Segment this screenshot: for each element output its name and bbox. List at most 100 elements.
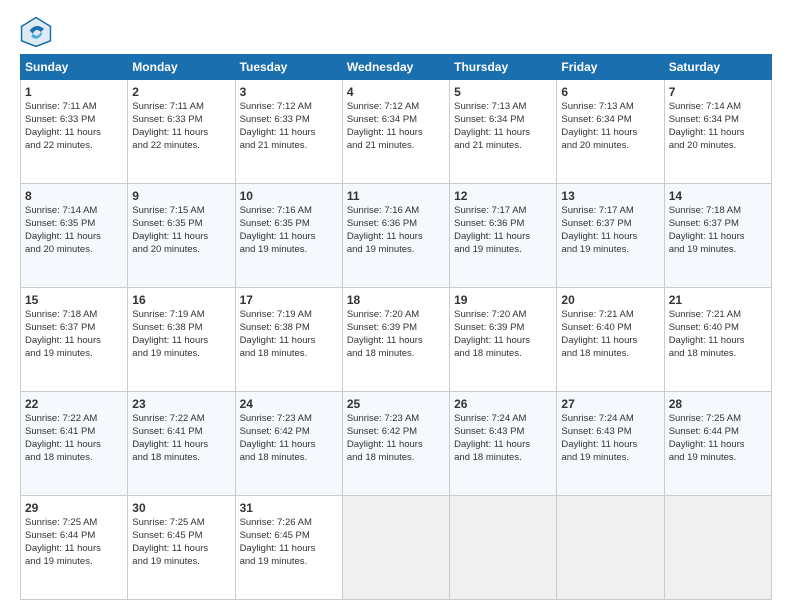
day-info-line: Sunset: 6:35 PM xyxy=(25,218,123,231)
header-cell-thursday: Thursday xyxy=(450,55,557,80)
day-info-line: Sunrise: 7:19 AM xyxy=(240,309,338,322)
day-info-line: Sunset: 6:44 PM xyxy=(669,426,767,439)
day-info-line: Daylight: 11 hours xyxy=(454,439,552,452)
day-info-line: Sunset: 6:40 PM xyxy=(561,322,659,335)
day-info-line: Sunset: 6:35 PM xyxy=(132,218,230,231)
day-info-line: Sunset: 6:41 PM xyxy=(132,426,230,439)
day-info-line: Daylight: 11 hours xyxy=(132,543,230,556)
day-cell: 27Sunrise: 7:24 AMSunset: 6:43 PMDayligh… xyxy=(557,392,664,496)
day-info-line: Sunset: 6:33 PM xyxy=(240,114,338,127)
day-info-line: Daylight: 11 hours xyxy=(240,231,338,244)
day-info-line: Sunrise: 7:21 AM xyxy=(561,309,659,322)
day-cell xyxy=(664,496,771,600)
day-info-line: Daylight: 11 hours xyxy=(132,335,230,348)
day-info-line: and 18 minutes. xyxy=(25,452,123,465)
logo-icon xyxy=(20,16,52,48)
day-cell xyxy=(342,496,449,600)
day-number: 8 xyxy=(25,188,123,204)
day-number: 27 xyxy=(561,396,659,412)
day-number: 24 xyxy=(240,396,338,412)
day-info-line: Sunset: 6:34 PM xyxy=(561,114,659,127)
day-number: 28 xyxy=(669,396,767,412)
day-info-line: Daylight: 11 hours xyxy=(240,439,338,452)
day-info-line: Daylight: 11 hours xyxy=(240,335,338,348)
day-number: 19 xyxy=(454,292,552,308)
day-info-line: and 18 minutes. xyxy=(132,452,230,465)
day-number: 30 xyxy=(132,500,230,516)
day-info-line: and 20 minutes. xyxy=(669,140,767,153)
day-info-line: Sunrise: 7:14 AM xyxy=(669,101,767,114)
day-info-line: Sunset: 6:43 PM xyxy=(454,426,552,439)
day-number: 20 xyxy=(561,292,659,308)
page: SundayMondayTuesdayWednesdayThursdayFrid… xyxy=(0,0,792,612)
day-cell: 7Sunrise: 7:14 AMSunset: 6:34 PMDaylight… xyxy=(664,80,771,184)
day-info-line: Daylight: 11 hours xyxy=(669,127,767,140)
day-number: 21 xyxy=(669,292,767,308)
day-info-line: and 20 minutes. xyxy=(25,244,123,257)
day-info-line: Sunrise: 7:18 AM xyxy=(25,309,123,322)
logo xyxy=(20,16,56,48)
day-info-line: Sunrise: 7:13 AM xyxy=(561,101,659,114)
day-number: 7 xyxy=(669,84,767,100)
day-number: 3 xyxy=(240,84,338,100)
day-number: 25 xyxy=(347,396,445,412)
day-info-line: Sunrise: 7:17 AM xyxy=(561,205,659,218)
day-info-line: Sunset: 6:34 PM xyxy=(347,114,445,127)
day-number: 2 xyxy=(132,84,230,100)
header-cell-friday: Friday xyxy=(557,55,664,80)
day-info-line: and 19 minutes. xyxy=(347,244,445,257)
day-info-line: Sunrise: 7:20 AM xyxy=(347,309,445,322)
day-info-line: Daylight: 11 hours xyxy=(240,543,338,556)
day-number: 11 xyxy=(347,188,445,204)
day-info-line: Sunrise: 7:15 AM xyxy=(132,205,230,218)
day-cell: 12Sunrise: 7:17 AMSunset: 6:36 PMDayligh… xyxy=(450,184,557,288)
day-info-line: and 18 minutes. xyxy=(240,452,338,465)
week-row-3: 15Sunrise: 7:18 AMSunset: 6:37 PMDayligh… xyxy=(21,288,772,392)
day-cell: 28Sunrise: 7:25 AMSunset: 6:44 PMDayligh… xyxy=(664,392,771,496)
day-number: 14 xyxy=(669,188,767,204)
day-info-line: and 19 minutes. xyxy=(240,244,338,257)
day-cell: 16Sunrise: 7:19 AMSunset: 6:38 PMDayligh… xyxy=(128,288,235,392)
day-cell: 11Sunrise: 7:16 AMSunset: 6:36 PMDayligh… xyxy=(342,184,449,288)
day-info-line: Sunset: 6:42 PM xyxy=(347,426,445,439)
day-cell: 1Sunrise: 7:11 AMSunset: 6:33 PMDaylight… xyxy=(21,80,128,184)
day-info-line: Sunrise: 7:22 AM xyxy=(132,413,230,426)
day-number: 22 xyxy=(25,396,123,412)
day-info-line: and 19 minutes. xyxy=(25,348,123,361)
calendar-header: SundayMondayTuesdayWednesdayThursdayFrid… xyxy=(21,55,772,80)
day-info-line: Sunrise: 7:13 AM xyxy=(454,101,552,114)
day-cell: 15Sunrise: 7:18 AMSunset: 6:37 PMDayligh… xyxy=(21,288,128,392)
day-info-line: Sunset: 6:34 PM xyxy=(454,114,552,127)
day-info-line: Sunrise: 7:12 AM xyxy=(240,101,338,114)
day-number: 10 xyxy=(240,188,338,204)
day-info-line: Sunset: 6:45 PM xyxy=(132,530,230,543)
header-cell-wednesday: Wednesday xyxy=(342,55,449,80)
day-info-line: Sunrise: 7:17 AM xyxy=(454,205,552,218)
day-info-line: Sunset: 6:41 PM xyxy=(25,426,123,439)
day-info-line: and 18 minutes. xyxy=(669,348,767,361)
day-info-line: Sunrise: 7:11 AM xyxy=(25,101,123,114)
day-cell: 31Sunrise: 7:26 AMSunset: 6:45 PMDayligh… xyxy=(235,496,342,600)
week-row-2: 8Sunrise: 7:14 AMSunset: 6:35 PMDaylight… xyxy=(21,184,772,288)
day-cell: 18Sunrise: 7:20 AMSunset: 6:39 PMDayligh… xyxy=(342,288,449,392)
day-number: 29 xyxy=(25,500,123,516)
day-cell: 26Sunrise: 7:24 AMSunset: 6:43 PMDayligh… xyxy=(450,392,557,496)
day-info-line: Daylight: 11 hours xyxy=(25,439,123,452)
day-info-line: Sunrise: 7:14 AM xyxy=(25,205,123,218)
day-info-line: Daylight: 11 hours xyxy=(25,335,123,348)
day-number: 4 xyxy=(347,84,445,100)
day-number: 13 xyxy=(561,188,659,204)
day-info-line: and 18 minutes. xyxy=(561,348,659,361)
day-cell: 24Sunrise: 7:23 AMSunset: 6:42 PMDayligh… xyxy=(235,392,342,496)
day-cell: 5Sunrise: 7:13 AMSunset: 6:34 PMDaylight… xyxy=(450,80,557,184)
day-info-line: and 19 minutes. xyxy=(561,244,659,257)
day-info-line: Sunrise: 7:23 AM xyxy=(240,413,338,426)
header-row: SundayMondayTuesdayWednesdayThursdayFrid… xyxy=(21,55,772,80)
day-info-line: Daylight: 11 hours xyxy=(132,231,230,244)
day-info-line: and 18 minutes. xyxy=(454,348,552,361)
day-cell: 6Sunrise: 7:13 AMSunset: 6:34 PMDaylight… xyxy=(557,80,664,184)
day-cell: 30Sunrise: 7:25 AMSunset: 6:45 PMDayligh… xyxy=(128,496,235,600)
day-info-line: and 19 minutes. xyxy=(132,556,230,569)
day-info-line: Daylight: 11 hours xyxy=(347,127,445,140)
day-info-line: and 19 minutes. xyxy=(669,452,767,465)
